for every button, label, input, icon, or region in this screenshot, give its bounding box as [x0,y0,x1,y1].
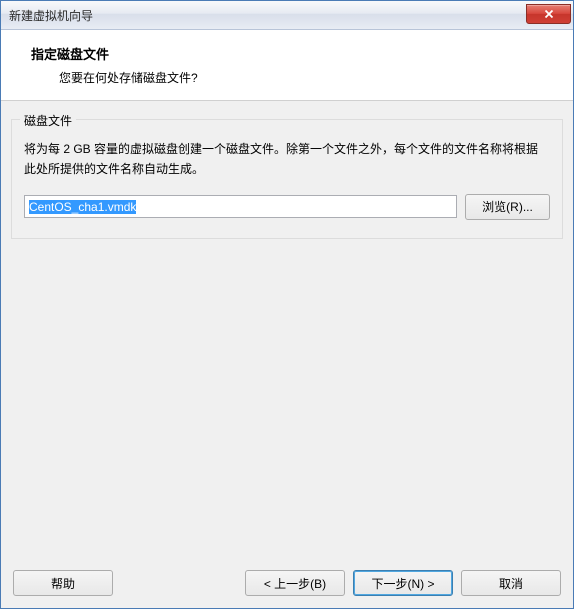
disk-file-input[interactable]: CentOS_cha1.vmdk [24,195,457,218]
close-icon [544,9,554,19]
content-area: 磁盘文件 将为每 2 GB 容量的虚拟磁盘创建一个磁盘文件。除第一个文件之外，每… [1,101,573,558]
file-row: CentOS_cha1.vmdk 浏览(R)... [24,194,550,220]
page-subtitle: 您要在何处存储磁盘文件? [31,69,563,86]
header-section: 指定磁盘文件 您要在何处存储磁盘文件? [1,30,573,101]
footer: 帮助 < 上一步(B) 下一步(N) > 取消 [1,558,573,608]
window-title: 新建虚拟机向导 [9,7,526,24]
back-button[interactable]: < 上一步(B) [245,570,345,596]
help-button[interactable]: 帮助 [13,570,113,596]
close-button[interactable] [526,4,571,24]
group-description: 将为每 2 GB 容量的虚拟磁盘创建一个磁盘文件。除第一个文件之外，每个文件的文… [24,139,550,180]
cancel-button[interactable]: 取消 [461,570,561,596]
browse-button[interactable]: 浏览(R)... [465,194,550,220]
next-button[interactable]: 下一步(N) > [353,570,453,596]
disk-file-value: CentOS_cha1.vmdk [29,200,136,214]
group-label: 磁盘文件 [20,112,76,129]
titlebar: 新建虚拟机向导 [1,1,573,30]
wizard-window: 新建虚拟机向导 指定磁盘文件 您要在何处存储磁盘文件? 磁盘文件 将为每 2 G… [0,0,574,609]
disk-file-group: 磁盘文件 将为每 2 GB 容量的虚拟磁盘创建一个磁盘文件。除第一个文件之外，每… [11,119,563,239]
page-title: 指定磁盘文件 [31,44,563,63]
